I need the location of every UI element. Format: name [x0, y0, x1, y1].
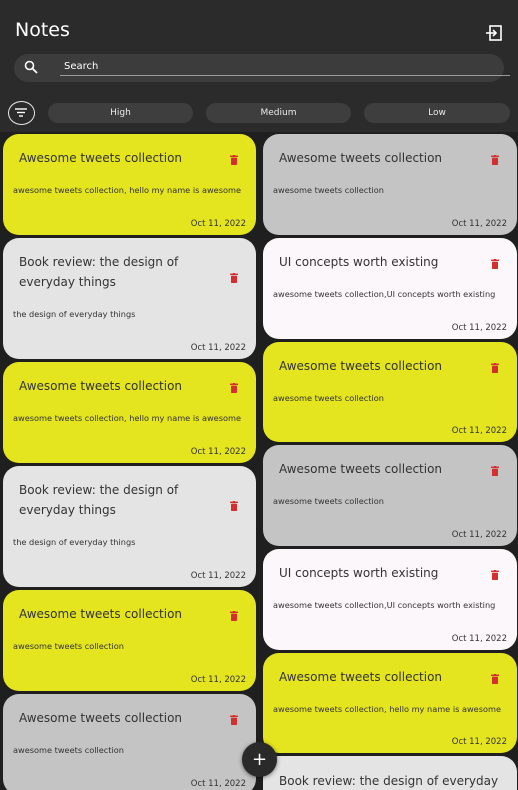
- delete-icon[interactable]: [491, 363, 499, 373]
- delete-icon[interactable]: [230, 383, 238, 393]
- note-date: Oct 11, 2022: [451, 530, 507, 540]
- note-card[interactable]: Book review: the design of everyday thin…: [3, 466, 256, 587]
- delete-icon[interactable]: [230, 155, 238, 165]
- note-date: Oct 11, 2022: [451, 323, 507, 333]
- note-body: awesome tweets collection, hello my name…: [273, 704, 502, 714]
- note-date: Oct 11, 2022: [190, 343, 246, 353]
- note-date: Oct 11, 2022: [451, 634, 507, 644]
- delete-icon[interactable]: [491, 259, 499, 269]
- filter-chip-high[interactable]: High: [48, 103, 193, 123]
- delete-icon[interactable]: [491, 466, 499, 476]
- note-title: UI concepts worth existing: [279, 255, 439, 269]
- delete-icon[interactable]: [230, 501, 238, 511]
- note-title: Awesome tweets collection: [19, 711, 183, 725]
- note-title: UI concepts worth existing: [279, 566, 439, 580]
- logout-icon[interactable]: [485, 24, 503, 42]
- filter-button[interactable]: [8, 101, 35, 125]
- note-title: Book review: the design of everyday: [279, 774, 499, 788]
- note-title: Awesome tweets collection: [279, 462, 443, 476]
- delete-icon[interactable]: [230, 273, 238, 283]
- note-body: awesome tweets collection: [273, 185, 384, 195]
- note-card[interactable]: Awesome tweets collection awesome tweets …: [263, 445, 517, 546]
- delete-icon[interactable]: [491, 674, 499, 684]
- note-card[interactable]: Awesome tweets collection awesome tweets …: [3, 590, 256, 691]
- note-title: Awesome tweets collection: [19, 379, 183, 393]
- search-icon: [24, 60, 38, 74]
- note-body: awesome tweets collection: [273, 393, 384, 403]
- note-date: Oct 11, 2022: [190, 675, 246, 685]
- note-card[interactable]: UI concepts worth existing awesome tweets…: [263, 238, 517, 339]
- note-card[interactable]: Awesome tweets collection awesome tweets …: [263, 653, 517, 753]
- note-body: awesome tweets collection,UI concepts wo…: [273, 600, 496, 610]
- delete-icon[interactable]: [230, 611, 238, 621]
- add-note-button[interactable]: +: [242, 742, 277, 777]
- note-card[interactable]: Book review: the design of everyday thin…: [3, 238, 256, 359]
- filter-chip-low[interactable]: Low: [364, 103, 510, 123]
- note-card[interactable]: Awesome tweets collection awesome tweets …: [3, 362, 256, 463]
- note-title: Awesome tweets collection: [19, 151, 183, 165]
- note-date: Oct 11, 2022: [190, 447, 246, 457]
- note-body: awesome tweets collection, hello my name…: [13, 413, 242, 423]
- note-title: Awesome tweets collection: [279, 151, 443, 165]
- note-date: Oct 11, 2022: [451, 737, 507, 747]
- filter-chip-medium[interactable]: Medium: [206, 103, 351, 123]
- note-card[interactable]: Awesome tweets collection awesome tweets …: [3, 134, 256, 235]
- delete-icon[interactable]: [491, 155, 499, 165]
- note-body: awesome tweets collection: [13, 641, 124, 651]
- note-title: Book review: the design of everyday thin…: [19, 483, 179, 517]
- app-bar: Notes High Medium Low: [0, 0, 518, 132]
- page-title: Notes: [15, 19, 70, 41]
- search-bar: [14, 54, 510, 82]
- note-title: Awesome tweets collection: [279, 359, 443, 373]
- note-title: Book review: the design of everyday thin…: [19, 255, 179, 289]
- note-card[interactable]: Awesome tweets collection awesome tweets …: [263, 342, 517, 442]
- note-date: Oct 11, 2022: [451, 219, 507, 229]
- note-title: Awesome tweets collection: [19, 607, 183, 621]
- note-date: Oct 11, 2022: [190, 571, 246, 581]
- search-input[interactable]: [60, 58, 510, 76]
- note-body: the design of everyday things: [13, 537, 136, 547]
- filter-icon: [15, 108, 27, 117]
- note-card[interactable]: Awesome tweets collection awesome tweets …: [263, 134, 517, 235]
- note-title: Awesome tweets collection: [279, 670, 443, 684]
- note-date: Oct 11, 2022: [451, 426, 507, 436]
- note-body: the design of everyday things: [13, 309, 136, 319]
- note-card[interactable]: UI concepts worth existing awesome tweets…: [263, 549, 517, 650]
- note-card[interactable]: Awesome tweets collection awesome tweets …: [3, 694, 256, 790]
- delete-icon[interactable]: [491, 570, 499, 580]
- delete-icon[interactable]: [230, 715, 238, 725]
- note-date: Oct 11, 2022: [190, 779, 246, 789]
- note-card[interactable]: Book review: the design of everyday: [263, 756, 517, 790]
- note-body: awesome tweets collection, hello my name…: [13, 185, 242, 195]
- note-body: awesome tweets collection,UI concepts wo…: [273, 289, 496, 299]
- note-body: awesome tweets collection: [273, 496, 384, 506]
- note-date: Oct 11, 2022: [190, 219, 246, 229]
- note-body: awesome tweets collection: [13, 745, 124, 755]
